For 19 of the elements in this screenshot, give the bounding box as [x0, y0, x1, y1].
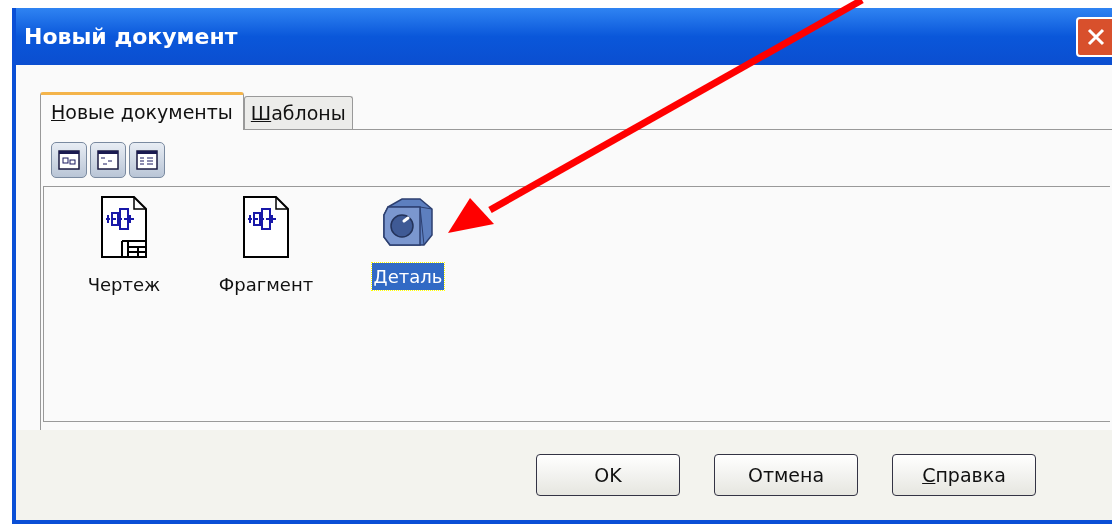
dialog-button[interactable]: Справка: [892, 454, 1036, 496]
tab[interactable]: Шаблоны: [243, 96, 353, 129]
large-view-icon: [58, 150, 80, 170]
document-type-item[interactable]: Деталь: [371, 263, 445, 290]
drawing-sheet-icon: [98, 195, 150, 259]
document-type-item[interactable]: Фрагмент: [216, 271, 316, 298]
dialog-button[interactable]: Отмена: [714, 454, 858, 496]
document-type-item[interactable]: Чертеж: [85, 271, 163, 298]
close-button[interactable]: [1076, 16, 1112, 57]
document-icon: [240, 195, 292, 259]
list-view-icon: [97, 150, 119, 170]
details-view-icon: [136, 150, 158, 170]
view-mode-button[interactable]: [129, 142, 165, 178]
close-icon: [1086, 26, 1106, 47]
window-title: Новый документ: [24, 23, 238, 51]
dialog-button[interactable]: OK: [536, 454, 680, 496]
tab[interactable]: Новые документы: [40, 92, 244, 130]
view-mode-button[interactable]: [51, 142, 87, 178]
view-mode-button[interactable]: [90, 142, 126, 178]
